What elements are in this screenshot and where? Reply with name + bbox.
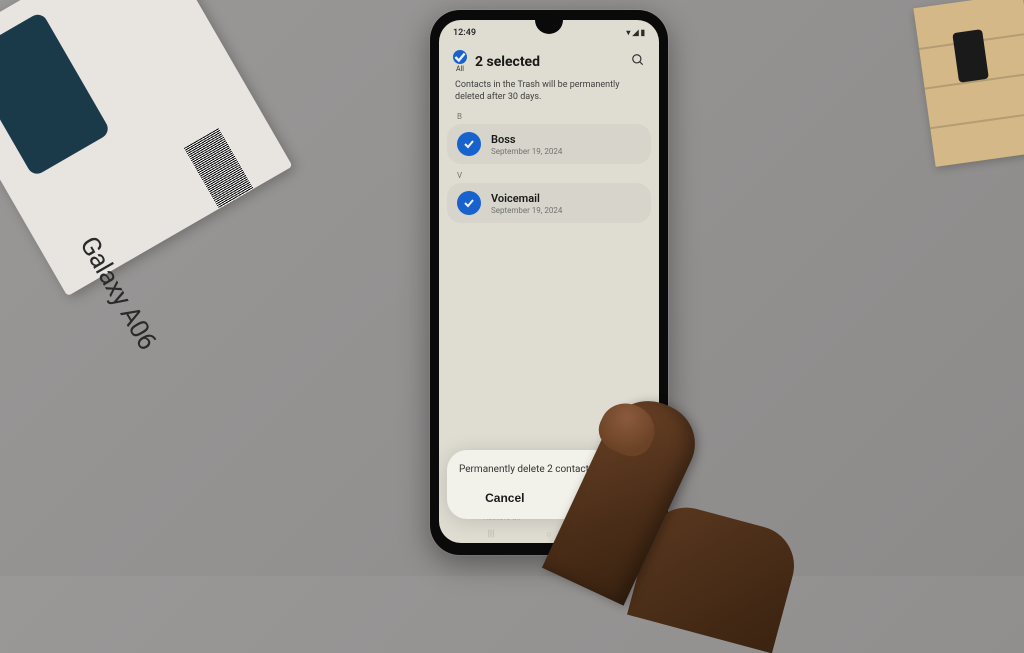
dialog-message: Permanently delete 2 contacts? <box>459 464 639 485</box>
signal-icon: ◢ <box>632 28 638 37</box>
recents-nav-icon[interactable]: ||| <box>485 529 497 539</box>
cancel-button[interactable]: Cancel <box>473 485 536 511</box>
back-nav-icon[interactable]: ‹ <box>601 529 613 539</box>
confirm-delete-dialog: Permanently delete 2 contacts? Cancel De… <box>447 450 651 519</box>
delete-button[interactable]: Delete <box>565 485 625 511</box>
navigation-bar: ||| ○ ‹ <box>439 527 659 541</box>
clamp <box>952 29 989 83</box>
wifi-icon: ▾ <box>626 28 630 37</box>
product-name: Galaxy A06 <box>73 232 162 355</box>
home-nav-icon[interactable]: ○ <box>543 529 555 539</box>
phone-screen: 12:49 ▾ ◢ ▮ All 2 selected Contacts in t… <box>439 20 659 543</box>
battery-icon: ▮ <box>641 28 645 37</box>
product-box: Galaxy A06 <box>0 0 293 296</box>
phone-device: 12:49 ▾ ◢ ▮ All 2 selected Contacts in t… <box>430 10 668 555</box>
status-icons: ▾ ◢ ▮ <box>626 28 645 37</box>
wooden-stand <box>913 0 1024 167</box>
box-phone-image <box>0 11 111 177</box>
barcode <box>184 128 254 209</box>
status-time: 12:49 <box>453 28 476 38</box>
